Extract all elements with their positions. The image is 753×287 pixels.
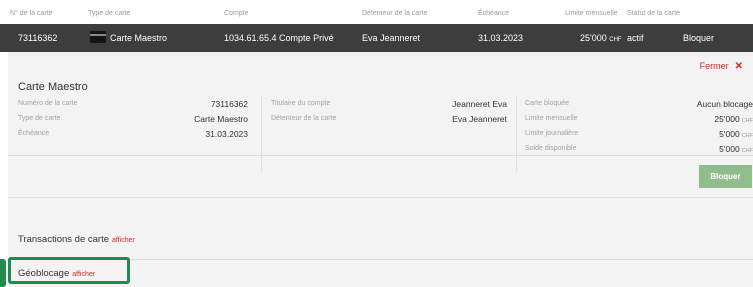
detail-row: Type de carte Carte Maestro [18, 114, 248, 130]
show-geoblocking-link[interactable]: afficher [72, 271, 95, 278]
transactions-section: Transactions de carte afficher [18, 234, 135, 245]
block-card-button[interactable]: Bloquer [699, 165, 752, 188]
geoblocking-title: Géoblocage [18, 268, 70, 279]
detail-value: Aucun blocage [696, 99, 753, 109]
header-status: Statut de la carte [627, 10, 680, 17]
card-number: 73116362 [18, 33, 58, 43]
detail-value: 73116362 [210, 99, 248, 109]
table-header: N° de la carte Type de carte Compte Déte… [0, 0, 753, 24]
divider [8, 197, 753, 198]
detail-column-holder: Titulaire du compte Jeanneret Eva Détente… [271, 99, 507, 130]
detail-label: Carte bloquée [525, 100, 569, 107]
detail-label: Échéance [18, 130, 50, 137]
currency-label: CHF [609, 37, 622, 43]
currency-label: CHF [741, 118, 753, 124]
divider [8, 155, 753, 156]
detail-row: Limite mensuelle 25'000 CHF [525, 114, 753, 130]
status-badge: actif [627, 33, 644, 43]
detail-label: Solde disponible [525, 145, 577, 152]
detail-label: Type de carte [18, 115, 61, 122]
detail-row: Titulaire du compte Jeanneret Eva [271, 99, 507, 115]
divider [8, 259, 753, 260]
detail-label: Limite mensuelle [525, 115, 578, 122]
column-divider [261, 96, 262, 172]
panel-title: Carte Maestro [18, 81, 88, 93]
currency-label: CHF [741, 148, 753, 154]
card-holder: Eva Jeanneret [362, 33, 421, 43]
header-monthly-limit: Limite mensuelle [565, 10, 618, 17]
header-holder: Détenteur de la carte [362, 10, 428, 17]
detail-label: Titulaire du compte [271, 100, 331, 107]
account: 1034.61.65.4 Compte Privé [224, 33, 334, 43]
detail-column-card: Numéro de la carte 73116362 Type de carte… [18, 99, 248, 145]
detail-value: 5'000 CHF [719, 129, 753, 139]
close-x-icon: ✕ [734, 61, 743, 72]
table-row[interactable]: 73116362 Carte Maestro 1034.61.65.4 Comp… [0, 24, 753, 52]
geoblocking-section: Géoblocage afficher [18, 268, 95, 279]
card-type: Carte Maestro [110, 33, 168, 43]
detail-value: 5'000 CHF [719, 144, 753, 154]
close-button[interactable]: Fermer ✕ [700, 61, 743, 72]
detail-value: Eva Jeanneret [452, 114, 507, 124]
detail-value: 25'000 CHF [714, 114, 753, 124]
detail-column-limits: Carte bloquée Aucun blocage Limite mensue… [525, 99, 753, 160]
detail-row: Numéro de la carte 73116362 [18, 99, 248, 115]
detail-label: Limite journalière [525, 130, 579, 137]
column-divider [516, 96, 517, 172]
detail-row: Échéance 31.03.2023 [18, 129, 248, 145]
header-card-no: N° de la carte [10, 10, 53, 17]
detail-row: Détenteur de la carte Eva Jeanneret [271, 114, 507, 130]
detail-row: Limite journalière 5'000 CHF [525, 129, 753, 145]
currency-label: CHF [741, 133, 753, 139]
close-label: Fermer [699, 61, 729, 71]
header-account: Compte [224, 10, 249, 17]
show-transactions-link[interactable]: afficher [112, 237, 135, 244]
expiry-date: 31.03.2023 [478, 33, 524, 43]
credit-card-icon [90, 31, 106, 43]
detail-row: Carte bloquée Aucun blocage [525, 99, 753, 115]
header-card-type: Type de carte [88, 10, 131, 17]
detail-label: Détenteur de la carte [271, 115, 337, 122]
detail-row: Solde disponible 5'000 CHF [525, 144, 753, 160]
header-expiry: Échéance [478, 10, 510, 17]
highlight-accent [0, 259, 6, 287]
detail-value: 31.03.2023 [205, 129, 248, 139]
detail-value: Carte Maestro [194, 114, 248, 124]
transactions-title: Transactions de carte [18, 234, 109, 245]
card-detail-panel: Fermer ✕ Carte Maestro Numéro de la carte… [8, 52, 753, 287]
detail-value: Jeanneret Eva [452, 99, 507, 109]
detail-label: Numéro de la carte [18, 100, 78, 107]
monthly-limit: 25'000 CHF [580, 33, 622, 43]
block-card-row-button[interactable]: Bloquer [683, 33, 714, 43]
